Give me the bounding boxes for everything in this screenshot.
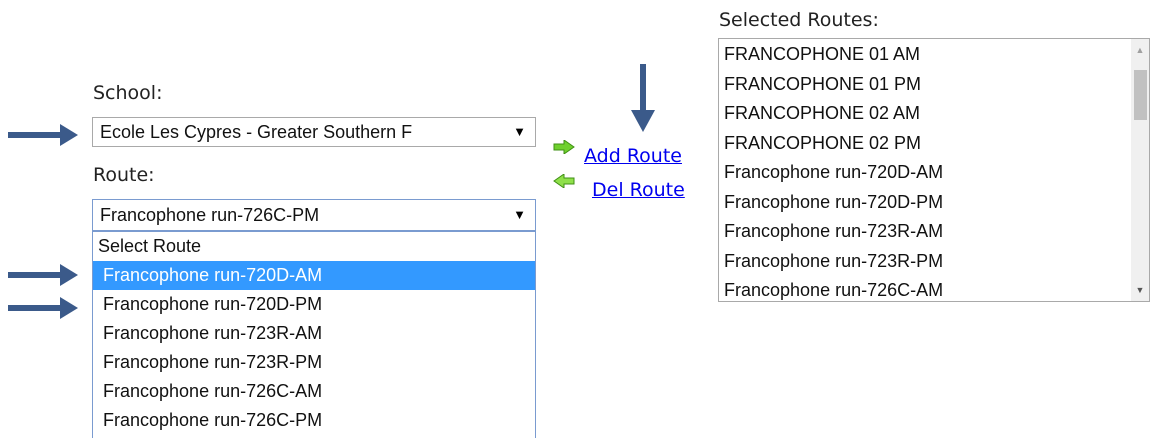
annotation-arrow-icon [8, 297, 78, 319]
route-select[interactable]: Francophone run-726C-PM ▼ [92, 199, 536, 231]
route-option[interactable]: Francophone run-726C-AM [93, 377, 535, 406]
route-select-value: Francophone run-726C-PM [100, 205, 320, 225]
selected-routes-label: Selected Routes: [719, 9, 879, 31]
school-label: School: [93, 82, 163, 104]
school-select-value: Ecole Les Cypres - Greater Southern F [100, 122, 413, 142]
route-label: Route: [93, 164, 155, 186]
scrollbar-thumb[interactable] [1134, 70, 1147, 120]
add-route-link[interactable]: Add Route [584, 145, 682, 167]
route-option[interactable]: Francophone run-723R-PM [93, 348, 535, 377]
selected-route-item[interactable]: FRANCOPHONE 01 PM [719, 69, 1149, 99]
selected-route-item[interactable]: Francophone run-726C-AM [719, 275, 1149, 301]
scroll-up-icon[interactable]: ▲ [1131, 41, 1149, 59]
annotation-arrow-icon [8, 264, 78, 286]
selected-routes-listbox[interactable]: FRANCOPHONE 01 AM FRANCOPHONE 01 PM FRAN… [718, 38, 1150, 302]
route-option[interactable]: Francophone run-723R-AM [93, 319, 535, 348]
arrow-right-icon [553, 140, 575, 154]
route-dropdown-list[interactable]: Select Route Francophone run-720D-AM Fra… [92, 231, 536, 438]
route-option[interactable]: Francophone run-720D-PM [93, 290, 535, 319]
dropdown-arrow-icon: ▼ [513, 207, 526, 222]
dropdown-arrow-icon: ▼ [513, 124, 526, 139]
selected-route-item[interactable]: FRANCOPHONE 02 PM [719, 128, 1149, 158]
route-option[interactable]: Francophone run-720D-AM [93, 261, 535, 290]
selected-route-item[interactable]: Francophone run-723R-AM [719, 216, 1149, 246]
listbox-scrollbar[interactable]: ▲ ▼ [1131, 39, 1149, 301]
selected-route-item[interactable]: FRANCOPHONE 02 AM [719, 98, 1149, 128]
scroll-down-icon[interactable]: ▼ [1131, 281, 1149, 299]
arrow-left-icon [553, 174, 575, 188]
route-option[interactable]: Francophone run-726C-PM [93, 406, 535, 435]
annotation-arrow-icon [631, 64, 655, 132]
route-option[interactable]: Select Route [93, 232, 535, 261]
school-select[interactable]: Ecole Les Cypres - Greater Southern F ▼ [92, 117, 536, 147]
selected-route-item[interactable]: Francophone run-723R-PM [719, 246, 1149, 276]
annotation-arrow-icon [8, 124, 78, 146]
del-route-link[interactable]: Del Route [592, 179, 685, 201]
selected-route-item[interactable]: Francophone run-720D-PM [719, 187, 1149, 217]
selected-route-item[interactable]: Francophone run-720D-AM [719, 157, 1149, 187]
selected-route-item[interactable]: FRANCOPHONE 01 AM [719, 39, 1149, 69]
